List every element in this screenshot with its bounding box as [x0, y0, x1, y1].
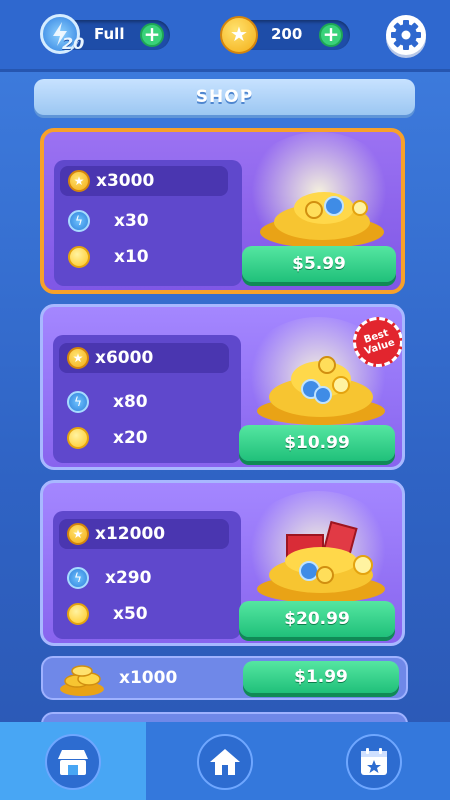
lightbulb-icon: [67, 427, 89, 449]
pack-energy: x30: [114, 211, 149, 231]
nav-home-button[interactable]: [197, 734, 253, 790]
pack-contents: ★ x3000 ϟ x30 x10: [54, 160, 242, 286]
buy-button[interactable]: $1.99: [243, 661, 399, 693]
calendar-icon: [361, 748, 387, 775]
gear-icon: [391, 20, 421, 50]
home-icon: [210, 749, 240, 775]
pack-coins: x6000: [95, 348, 154, 368]
pack-energy-row: ϟ x30: [68, 210, 149, 232]
shop-icon: [58, 750, 88, 775]
pack-hints: x50: [113, 604, 148, 624]
coin-icon: ★: [67, 523, 89, 545]
pack-hints-row: x20: [67, 427, 148, 449]
lightbulb-icon: [68, 246, 90, 268]
add-energy-button[interactable]: +: [140, 23, 164, 47]
shop-title: SHOP: [34, 79, 415, 115]
pack-hints: x10: [114, 247, 149, 267]
lightbulb-icon: [67, 603, 89, 625]
energy-icon: ϟ: [67, 567, 89, 589]
best-value-label: Best Value: [362, 327, 397, 358]
add-coins-button[interactable]: +: [319, 23, 343, 47]
pack-energy: x290: [105, 568, 152, 588]
pack-hints-row: x10: [68, 246, 149, 268]
energy-count: 20: [62, 34, 85, 53]
energy-icon: ϟ: [68, 210, 90, 232]
coin-balance: 200: [271, 25, 303, 43]
pack-energy: x80: [113, 392, 148, 412]
shop-pack-1: ★ x3000 ϟ x30 x10 $5.99: [40, 128, 405, 294]
buy-button[interactable]: $20.99: [239, 601, 395, 637]
pack-coins-row: ★ x6000: [67, 347, 153, 369]
pack-coins: x3000: [96, 171, 155, 191]
coin-stack-icon: [60, 665, 104, 696]
coin-icon: ★: [68, 170, 90, 192]
bottom-nav: [0, 722, 450, 800]
pack-coins-row: ★ x3000: [68, 170, 154, 192]
coin-icon: ★: [220, 16, 258, 54]
energy-status: Full: [94, 25, 125, 43]
top-bar: 20 Full + ★ 200 +: [0, 0, 450, 72]
coin-offer-amount: x1000: [119, 668, 178, 688]
buy-button[interactable]: $10.99: [239, 425, 395, 461]
shop-pack-3: ★ x12000 ϟ x290 x50 $20.99: [40, 480, 405, 646]
settings-button[interactable]: [386, 15, 426, 55]
pack-energy-row: ϟ x290: [67, 567, 151, 589]
nav-calendar-button[interactable]: [346, 734, 402, 790]
nav-shop-button[interactable]: [45, 734, 101, 790]
pack-contents: ★ x6000 ϟ x80 x20: [53, 335, 241, 463]
buy-button[interactable]: $5.99: [242, 246, 396, 282]
pack-energy-row: ϟ x80: [67, 391, 148, 413]
coin-icon: ★: [67, 347, 89, 369]
coin-pile-icon: [260, 192, 384, 248]
pack-coins-row: ★ x12000: [67, 523, 165, 545]
pack-hints-row: x50: [67, 603, 148, 625]
energy-icon: ϟ: [67, 391, 89, 413]
shop-pack-2: ★ x6000 ϟ x80 x20 Best Value $10.99: [40, 304, 405, 470]
pack-coins: x12000: [95, 524, 166, 544]
pack-contents: ★ x12000 ϟ x290 x50: [53, 511, 241, 639]
treasure-chest-icon: [257, 520, 385, 603]
pack-hints: x20: [113, 428, 148, 448]
coin-offer-row: x1000 $1.99: [41, 656, 408, 700]
